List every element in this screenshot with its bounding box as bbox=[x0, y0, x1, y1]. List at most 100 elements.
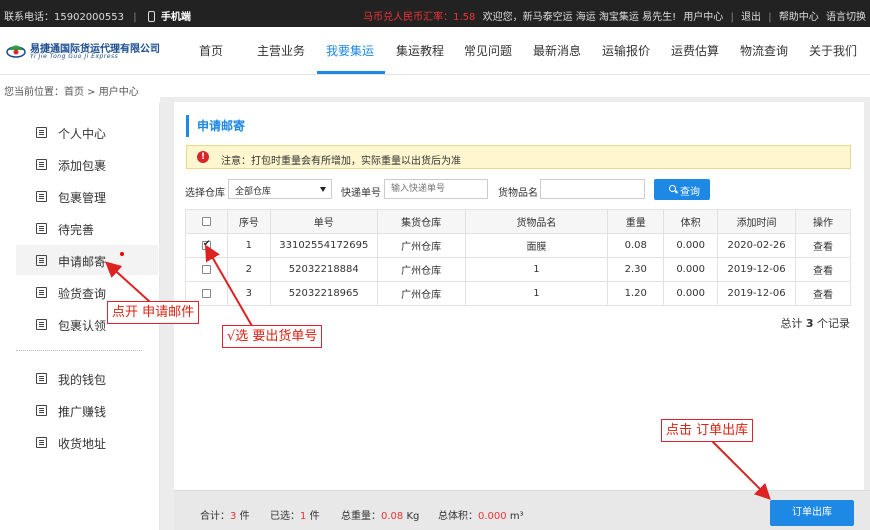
top-bar: 联系电话：15902000553 | 手机端 马币兑人民币汇率：1.58 欢迎您… bbox=[0, 0, 870, 27]
panel-title: 申请邮寄 bbox=[186, 115, 245, 137]
document-icon bbox=[36, 287, 47, 298]
sidebar-item-label: 个人中心 bbox=[58, 127, 107, 141]
table-row[interactable]: 1 33102554172695 广州仓库 面膜 0.08 0.000 2020… bbox=[185, 233, 851, 258]
package-table: 序号 单号 集货仓库 货物品名 重量 体积 添加时间 操作 1 33102554… bbox=[185, 209, 851, 306]
view-link[interactable]: 查看 bbox=[795, 233, 851, 258]
apply-shipping-panel: 申请邮寄 ! 注意：打包时重量会有所增加，实际重量以出货后为准 选择仓库 全部仓… bbox=[174, 102, 864, 490]
sidebar-item-label: 申请邮寄 bbox=[58, 255, 107, 269]
selected-count: 已选：1 件 bbox=[270, 511, 320, 522]
sidebar-item-wallet[interactable]: 我的钱包 bbox=[16, 363, 158, 393]
annotation-click-callout: 点击 订单出库 bbox=[661, 419, 754, 442]
total-count: 合计：3 件 bbox=[200, 511, 250, 522]
nav-news[interactable]: 最新消息 bbox=[533, 42, 581, 59]
cell-no: 1 bbox=[226, 233, 271, 258]
document-icon bbox=[36, 437, 47, 448]
search-icon bbox=[669, 185, 676, 192]
logo-subtext: Yi Jie Tong Guo Ji Express bbox=[30, 53, 119, 60]
nav-consolidation[interactable]: 我要集运 bbox=[326, 42, 374, 59]
table-row[interactable]: 2 52032218884 广州仓库 1 2.30 0.000 2019-12-… bbox=[185, 257, 851, 282]
cell-order: 33102554172695 bbox=[269, 233, 378, 258]
breadcrumb: 您当前位置：首页 > 用户中心 bbox=[4, 87, 139, 98]
logo-mark-icon bbox=[6, 45, 26, 58]
cell-goods: 1 bbox=[464, 257, 609, 282]
column-header: 操作 bbox=[795, 209, 851, 234]
user-center-link[interactable]: 用户中心 bbox=[683, 12, 723, 23]
view-link[interactable]: 查看 bbox=[795, 257, 851, 282]
row-checkbox[interactable] bbox=[201, 264, 211, 274]
document-icon bbox=[36, 191, 47, 202]
cell-volume: 0.000 bbox=[663, 257, 719, 282]
cell-order: 52032218965 bbox=[269, 281, 378, 306]
welcome-text: 欢迎您，新马泰空运 海运 淘宝集运 易先生! bbox=[482, 12, 677, 23]
cell-weight: 0.08 bbox=[607, 233, 665, 258]
record-count: 总计 3 个记录 bbox=[780, 317, 850, 330]
nav-active-indicator bbox=[317, 71, 385, 74]
tracking-number-input[interactable] bbox=[384, 179, 488, 199]
nav-home[interactable]: 首页 bbox=[199, 42, 223, 59]
sidebar-item-label: 包裹认领 bbox=[58, 319, 107, 333]
exchange-rate: 马币兑人民币汇率：1.58 bbox=[363, 12, 476, 23]
sidebar-item-label: 添加包裹 bbox=[58, 159, 107, 173]
site-logo[interactable]: 易捷通国际货运代理有限公司 Yi Jie Tong Guo Ji Express bbox=[6, 39, 160, 63]
total-weight: 总重量：0.08 Kg bbox=[341, 511, 420, 522]
tracking-label: 快递单号 bbox=[341, 188, 381, 199]
annotation-open-callout: 点开 申请邮件 bbox=[107, 301, 200, 324]
cell-warehouse: 广州仓库 bbox=[376, 281, 466, 306]
filter-bar: 选择仓库 全部仓库 快递单号 货物品名 查询 bbox=[185, 178, 865, 202]
select-all-checkbox[interactable] bbox=[201, 216, 211, 226]
search-button[interactable]: 查询 bbox=[654, 179, 710, 200]
order-outbound-button[interactable]: 订单出库 bbox=[770, 500, 854, 526]
site-header: 易捷通国际货运代理有限公司 Yi Jie Tong Guo Ji Express… bbox=[0, 27, 870, 75]
sidebar-item-add-package[interactable]: 添加包裹 bbox=[16, 149, 158, 179]
document-icon bbox=[36, 159, 47, 170]
sidebar-item-package-management[interactable]: 包裹管理 bbox=[16, 181, 158, 211]
nav-tutorial[interactable]: 集运教程 bbox=[396, 42, 444, 59]
cell-no: 2 bbox=[226, 257, 271, 282]
table-row[interactable]: 3 52032218965 广州仓库 1 1.20 0.000 2019-12-… bbox=[185, 281, 851, 306]
warehouse-select[interactable]: 全部仓库 bbox=[228, 179, 332, 199]
annotation-select-callout: √选 要出货单号 bbox=[222, 325, 323, 348]
column-header: 货物品名 bbox=[464, 209, 609, 234]
logout-link[interactable]: 退出 bbox=[741, 12, 761, 23]
cell-order: 52032218884 bbox=[269, 257, 378, 282]
select-all-checkbox-cell[interactable] bbox=[185, 209, 228, 234]
sidebar-item-label: 我的钱包 bbox=[58, 373, 107, 387]
help-center-link[interactable]: 帮助中心 bbox=[779, 12, 819, 23]
nav-services[interactable]: 主营业务 bbox=[257, 42, 305, 59]
mobile-phone-icon bbox=[147, 11, 155, 22]
phone-number: 联系电话：15902000553 bbox=[4, 12, 124, 23]
nav-about[interactable]: 关于我们 bbox=[809, 42, 857, 59]
warehouse-select-value: 全部仓库 bbox=[235, 187, 272, 197]
cell-weight: 1.20 bbox=[607, 281, 665, 306]
nav-tracking[interactable]: 物流查询 bbox=[740, 42, 788, 59]
sidebar-item-referral[interactable]: 推广赚钱 bbox=[16, 395, 158, 425]
cell-no: 3 bbox=[226, 281, 271, 306]
goods-name-input[interactable] bbox=[540, 179, 645, 199]
sidebar-item-label: 收货地址 bbox=[58, 437, 107, 451]
sidebar-item-pending[interactable]: 待完善 bbox=[16, 213, 158, 243]
search-button-label: 查询 bbox=[680, 187, 700, 198]
warehouse-label: 选择仓库 bbox=[185, 188, 225, 199]
cell-warehouse: 广州仓库 bbox=[376, 233, 466, 258]
nav-freight-estimate[interactable]: 运费估算 bbox=[671, 42, 719, 59]
nav-pricing[interactable]: 运输报价 bbox=[602, 42, 650, 59]
total-volume: 总体积：0.000 m³ bbox=[438, 511, 524, 522]
sidebar-item-profile[interactable]: 个人中心 bbox=[16, 117, 158, 147]
notification-dot bbox=[120, 252, 124, 256]
column-header: 单号 bbox=[269, 209, 378, 234]
document-icon bbox=[36, 373, 47, 384]
view-link[interactable]: 查看 bbox=[795, 281, 851, 306]
column-header: 添加时间 bbox=[717, 209, 797, 234]
mobile-link[interactable]: 手机端 bbox=[161, 12, 191, 23]
language-switch[interactable]: 语言切换 bbox=[826, 12, 866, 23]
cell-volume: 0.000 bbox=[663, 281, 719, 306]
sidebar-item-address[interactable]: 收货地址 bbox=[16, 427, 158, 457]
row-checkbox[interactable] bbox=[201, 239, 211, 250]
sidebar-item-apply-shipping[interactable]: 申请邮寄 bbox=[16, 245, 158, 275]
nav-faq[interactable]: 常见问题 bbox=[464, 42, 512, 59]
row-checkbox[interactable] bbox=[201, 288, 211, 298]
chevron-down-icon bbox=[320, 187, 326, 192]
table-header-row: 序号 单号 集货仓库 货物品名 重量 体积 添加时间 操作 bbox=[185, 209, 851, 234]
column-header: 集货仓库 bbox=[376, 209, 466, 234]
column-header: 序号 bbox=[226, 209, 271, 234]
